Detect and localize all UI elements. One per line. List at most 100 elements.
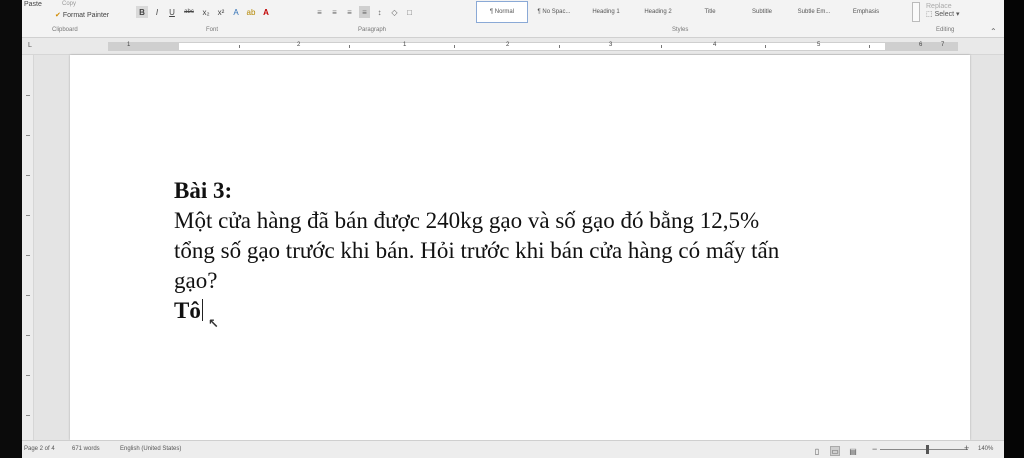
zoom-level[interactable]: 140% <box>978 446 993 452</box>
styles-gallery: ¶ Normal ¶ No Spac... Heading 1 Heading … <box>476 1 934 23</box>
ruler-tick <box>559 45 560 48</box>
subscript-button[interactable]: x₂ <box>200 6 212 18</box>
vertical-ruler[interactable] <box>22 55 34 440</box>
editing-group-label: Editing <box>936 27 955 33</box>
vruler-tick <box>26 415 30 416</box>
typed-text: Tô <box>174 298 201 323</box>
ruler-number: 6 <box>919 42 923 48</box>
ruler-number: 5 <box>817 42 821 48</box>
replace-button[interactable]: Replace <box>926 3 960 10</box>
underline-button[interactable]: U <box>166 6 178 18</box>
styles-group-label: Styles <box>672 27 689 33</box>
ruler-tick <box>661 45 662 48</box>
zoom-out-button[interactable]: − <box>872 444 877 454</box>
style-subtitle[interactable]: Subtitle <box>736 1 788 23</box>
vruler-tick <box>26 135 30 136</box>
horizontal-ruler[interactable]: L 1 2 1 2 3 4 5 6 7 <box>22 38 1004 55</box>
style-heading-2[interactable]: Heading 2 <box>632 1 684 23</box>
ruler-tick <box>349 45 350 48</box>
web-layout-icon[interactable]: ▤ <box>848 446 858 456</box>
vruler-tick <box>26 95 30 96</box>
clipboard-group-label: Clipboard <box>52 27 78 33</box>
ruler-tick <box>239 45 240 48</box>
document-workspace: Bài 3: Một cửa hàng đã bán được 240kg gạ… <box>34 55 1004 440</box>
ruler-tick <box>869 45 870 48</box>
justify-button[interactable]: ≡ <box>359 6 370 18</box>
document-body[interactable]: Bài 3: Một cửa hàng đã bán được 240kg gạ… <box>174 176 874 332</box>
shading-button[interactable]: ◇ <box>389 6 400 18</box>
italic-button[interactable]: I <box>151 6 163 18</box>
paragraph-line: tổng số gạo trước khi bán. Hỏi trước khi… <box>174 238 780 263</box>
text-effects-button[interactable]: A <box>230 6 242 18</box>
page-count[interactable]: Page 2 of 4 <box>24 446 55 452</box>
vruler-tick <box>26 295 30 296</box>
zoom-in-button[interactable]: + <box>964 443 969 453</box>
font-group: B I U abc x₂ x² A ab A <box>136 6 272 18</box>
ruler-tick <box>454 45 455 48</box>
document-page[interactable]: Bài 3: Một cửa hàng đã bán được 240kg gạ… <box>70 55 970 440</box>
font-color-button[interactable]: A <box>260 6 272 18</box>
tab-selector[interactable]: L <box>28 42 32 49</box>
vruler-tick <box>26 215 30 216</box>
word-count[interactable]: 671 words <box>72 446 100 452</box>
ribbon-group-labels: Clipboard Font Paragraph Styles Editing <box>22 27 1004 37</box>
align-left-button[interactable]: ≡ <box>314 6 325 18</box>
line-spacing-button[interactable]: ↕ <box>374 6 385 18</box>
paragraph-group-label: Paragraph <box>358 27 387 33</box>
styles-more-button[interactable] <box>912 2 920 22</box>
font-group-label: Font <box>206 27 219 33</box>
paragraph-group: ≡ ≡ ≡ ≡ ↕ ◇ □ <box>314 6 415 18</box>
select-button[interactable]: ⬚ Select ▾ <box>926 11 960 18</box>
ruler-tick <box>765 45 766 48</box>
vruler-tick <box>26 175 30 176</box>
collapse-ribbon-icon[interactable]: ⌃ <box>990 27 997 36</box>
select-label: Select <box>934 11 955 18</box>
text-caret <box>201 299 203 321</box>
status-bar: Page 2 of 4 671 words English (United St… <box>22 440 1004 458</box>
paragraph-line: Một cửa hàng đã bán được 240kg gạo và số… <box>174 208 760 233</box>
paragraph-line: gạo? <box>174 268 218 293</box>
mouse-pointer-icon: ↖ <box>208 317 219 332</box>
language-indicator[interactable]: English (United States) <box>120 446 181 452</box>
editing-group: Replace ⬚ Select ▾ <box>926 3 960 18</box>
copy-button[interactable]: Copy <box>62 1 76 7</box>
ruler-number: 2 <box>297 42 301 48</box>
vruler-tick <box>26 255 30 256</box>
ruler-number: 4 <box>713 42 717 48</box>
ruler-number: 1 <box>127 42 131 48</box>
superscript-button[interactable]: x² <box>215 6 227 18</box>
ruler-number: 2 <box>506 42 510 48</box>
zoom-slider[interactable] <box>880 449 968 450</box>
vruler-tick <box>26 335 30 336</box>
screen-edge <box>1004 0 1024 458</box>
highlight-button[interactable]: ab <box>245 6 257 18</box>
word-window: Paste Copy ✔ Format Painter B I U abc x₂… <box>22 0 1004 458</box>
ruler-number: 1 <box>403 42 407 48</box>
style-title[interactable]: Title <box>684 1 736 23</box>
chevron-down-icon: ▾ <box>956 11 960 18</box>
align-right-button[interactable]: ≡ <box>344 6 355 18</box>
ruler-number: 7 <box>941 42 945 48</box>
style-emphasis[interactable]: Emphasis <box>840 1 892 23</box>
style-normal[interactable]: ¶ Normal <box>476 1 528 23</box>
zoom-slider-thumb[interactable] <box>926 445 929 454</box>
brush-icon: ✔ <box>55 12 61 19</box>
style-subtle-emphasis[interactable]: Subtle Em... <box>788 1 840 23</box>
select-icon: ⬚ <box>926 11 933 18</box>
strikethrough-button[interactable]: abc <box>181 6 197 18</box>
ribbon: Paste Copy ✔ Format Painter B I U abc x₂… <box>22 0 1004 38</box>
ruler-left-margin <box>109 43 179 50</box>
typing-line[interactable]: Tô ↖ <box>174 296 219 332</box>
ruler-bar: 1 2 1 2 3 4 5 6 7 <box>108 42 958 51</box>
style-no-spacing[interactable]: ¶ No Spac... <box>528 1 580 23</box>
bold-button[interactable]: B <box>136 6 148 18</box>
exercise-heading: Bài 3: <box>174 178 233 203</box>
paste-button[interactable]: Paste <box>24 1 42 8</box>
borders-button[interactable]: □ <box>404 6 415 18</box>
vruler-tick <box>26 375 30 376</box>
read-mode-icon[interactable]: ▯ <box>812 446 822 456</box>
align-center-button[interactable]: ≡ <box>329 6 340 18</box>
style-heading-1[interactable]: Heading 1 <box>580 1 632 23</box>
print-layout-icon[interactable]: ▭ <box>830 446 840 456</box>
format-painter-button[interactable]: ✔ Format Painter <box>55 11 109 19</box>
